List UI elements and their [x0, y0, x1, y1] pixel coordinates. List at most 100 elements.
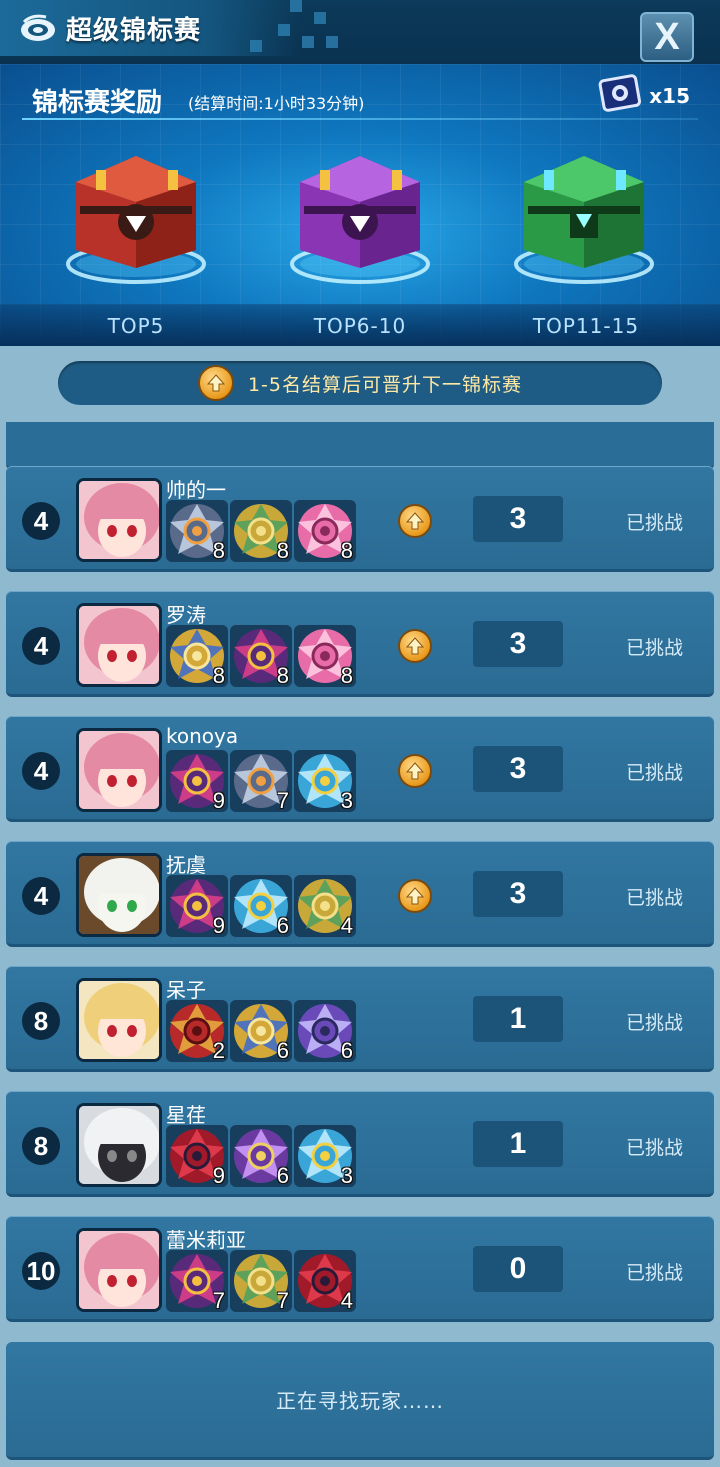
ticket-icon: [598, 74, 642, 112]
beyblade-icon[interactable]: 7: [230, 750, 292, 812]
pixel-decoration: [230, 0, 350, 56]
score-box: 3: [473, 621, 563, 667]
player-avatar[interactable]: [76, 1103, 162, 1187]
top-level: 8: [340, 538, 353, 562]
top-level: 8: [276, 538, 289, 562]
partial-row: [6, 422, 714, 470]
challenge-status[interactable]: 已挑战: [626, 883, 683, 910]
rank-badge: 8: [22, 1127, 60, 1165]
player-name: konoya: [166, 724, 239, 748]
beyblade-icon[interactable]: 8: [166, 500, 228, 562]
player-list[interactable]: 4 帅的一 8 8 8 3 已挑战 4 罗涛 8 8 8 3 已挑战 4 kon…: [0, 422, 720, 1467]
beyblade-icon[interactable]: 4: [294, 875, 356, 937]
beyblade-icon[interactable]: 8: [294, 625, 356, 687]
player-name: 呆子: [166, 978, 206, 1002]
player-name: 帅的一: [166, 478, 226, 502]
rank-badge: 4: [22, 502, 60, 540]
chest-top11-15[interactable]: [504, 142, 664, 292]
beyblade-icon[interactable]: 9: [166, 1125, 228, 1187]
green-chest-icon: [514, 156, 654, 284]
top-team: 7 7 4: [166, 1250, 356, 1312]
beyblade-icon[interactable]: 7: [166, 1250, 228, 1312]
challenge-status[interactable]: 已挑战: [626, 508, 683, 535]
top-team: 8 8 8: [166, 625, 356, 687]
top-level: 6: [340, 1038, 353, 1062]
player-name: 星荏: [166, 1103, 206, 1127]
challenge-status[interactable]: 已挑战: [626, 633, 683, 660]
reward-title: 锦标赛奖励: [32, 88, 163, 118]
promote-arrow-icon: [398, 754, 432, 788]
player-avatar[interactable]: [76, 853, 162, 937]
top-level: 9: [212, 788, 225, 812]
player-avatar[interactable]: [76, 478, 162, 562]
promotion-banner: 1-5名结算后可晋升下一锦标赛: [58, 361, 662, 405]
top-team: 9 6 3: [166, 1125, 356, 1187]
player-avatar[interactable]: [76, 603, 162, 687]
beyblade-icon[interactable]: 6: [230, 1125, 292, 1187]
top-level: 4: [340, 913, 353, 937]
ticket-count: x15: [649, 84, 690, 108]
promote-arrow-icon: [398, 504, 432, 538]
chest-top5[interactable]: [56, 142, 216, 292]
beyblade-icon[interactable]: 8: [230, 625, 292, 687]
player-row[interactable]: 10 蕾米莉亚 7 7 4 0 已挑战: [6, 1216, 714, 1322]
beyblade-icon[interactable]: 6: [230, 875, 292, 937]
top-level: 3: [340, 1163, 353, 1187]
beyblade-icon[interactable]: 9: [166, 750, 228, 812]
score-box: 0: [473, 1246, 563, 1292]
beyblade-icon[interactable]: 8: [230, 500, 292, 562]
beyblade-icon[interactable]: 8: [166, 625, 228, 687]
beyblade-icon[interactable]: 6: [230, 1000, 292, 1062]
challenge-status[interactable]: 已挑战: [626, 1258, 683, 1285]
chest-top6-10[interactable]: [280, 142, 440, 292]
player-row[interactable]: 4 帅的一 8 8 8 3 已挑战: [6, 466, 714, 572]
top-level: 8: [340, 663, 353, 687]
top-team: 9 7 3: [166, 750, 356, 812]
player-row[interactable]: 8 呆子 2 6 6 1 已挑战: [6, 966, 714, 1072]
top-bar: 超级锦标赛 X: [0, 0, 720, 64]
promote-arrow-icon: [398, 629, 432, 663]
beyblade-icon[interactable]: 6: [294, 1000, 356, 1062]
score-box: 1: [473, 996, 563, 1042]
player-name: 罗涛: [166, 603, 206, 627]
beyblade-icon[interactable]: 9: [166, 875, 228, 937]
top-level: 4: [340, 1288, 353, 1312]
beyblade-icon[interactable]: 3: [294, 750, 356, 812]
top-level: 6: [276, 1163, 289, 1187]
challenge-status[interactable]: 已挑战: [626, 1008, 683, 1035]
top-level: 2: [212, 1038, 225, 1062]
top-team: 2 6 6: [166, 1000, 356, 1062]
close-button[interactable]: X: [640, 12, 694, 62]
player-row[interactable]: 4 抚虞 9 6 4 3 已挑战: [6, 841, 714, 947]
rank-badge: 4: [22, 752, 60, 790]
player-row[interactable]: 8 星荏 9 6 3 1 已挑战: [6, 1091, 714, 1197]
score-box: 3: [473, 496, 563, 542]
game-logo-icon: [21, 14, 55, 41]
player-avatar[interactable]: [76, 978, 162, 1062]
challenge-status[interactable]: 已挑战: [626, 758, 683, 785]
score-box: 3: [473, 871, 563, 917]
divider: [22, 118, 698, 120]
beyblade-icon[interactable]: 7: [230, 1250, 292, 1312]
reward-tier-bar: TOP5 TOP6-10 TOP11-15: [0, 304, 720, 346]
player-row[interactable]: 4 罗涛 8 8 8 3 已挑战: [6, 591, 714, 697]
top-team: 8 8 8: [166, 500, 356, 562]
top-level: 3: [340, 788, 353, 812]
beyblade-icon[interactable]: 3: [294, 1125, 356, 1187]
red-chest-icon: [66, 156, 206, 284]
score-box: 1: [473, 1121, 563, 1167]
tier-label: TOP5: [107, 314, 165, 338]
player-avatar[interactable]: [76, 728, 162, 812]
score-box: 3: [473, 746, 563, 792]
challenge-status[interactable]: 已挑战: [626, 1133, 683, 1160]
beyblade-icon[interactable]: 4: [294, 1250, 356, 1312]
top-team: 9 6 4: [166, 875, 356, 937]
reward-panel: 锦标赛奖励 (结算时间:1小时33分钟) x15 TOP5 TOP6-10 TO…: [0, 64, 720, 346]
promotion-text: 1-5名结算后可晋升下一锦标赛: [247, 373, 523, 396]
beyblade-icon[interactable]: 8: [294, 500, 356, 562]
player-name: 蕾米莉亚: [166, 1228, 246, 1252]
player-avatar[interactable]: [76, 1228, 162, 1312]
player-row[interactable]: 4 konoya 9 7 3 3 已挑战: [6, 716, 714, 822]
top-level: 8: [212, 663, 225, 687]
beyblade-icon[interactable]: 2: [166, 1000, 228, 1062]
